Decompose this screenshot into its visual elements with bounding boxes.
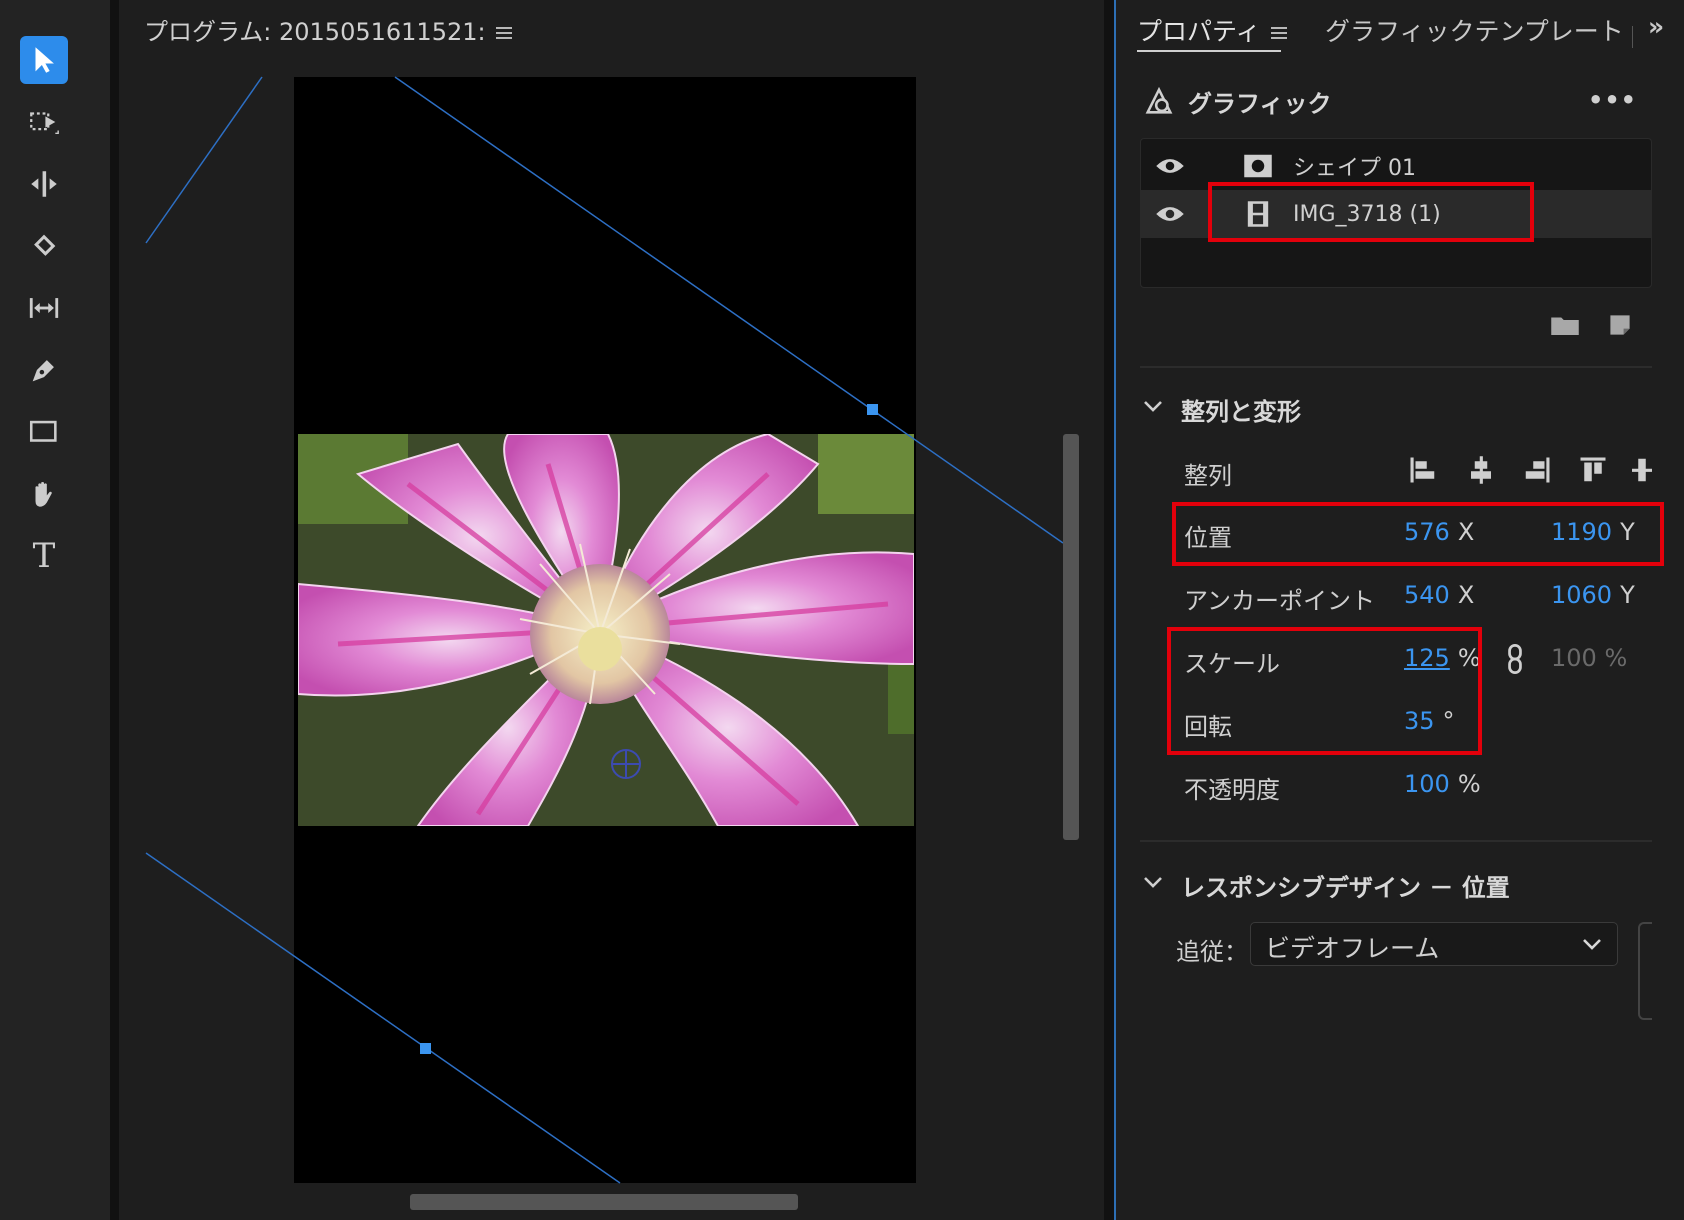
section-divider	[1140, 366, 1652, 368]
section-divider	[1140, 840, 1652, 842]
anchor-x-value[interactable]: 540 X	[1404, 581, 1474, 609]
y-unit: Y	[1620, 581, 1635, 609]
highlight-box-layer	[1208, 182, 1534, 242]
anchor-y-value[interactable]: 1060 Y	[1551, 581, 1635, 609]
responsive-design-title[interactable]: レスポンシブデザイン － 位置	[1181, 868, 1510, 903]
align-top-icon[interactable]	[1578, 455, 1608, 485]
tab-properties[interactable]: プロパティ	[1137, 12, 1287, 48]
chevron-down-icon[interactable]	[1142, 398, 1164, 414]
follow-label: 追従：	[1176, 938, 1248, 966]
layer-name: シェイプ 01	[1293, 156, 1416, 181]
align-left-icon[interactable]	[1408, 455, 1438, 485]
active-tab-underline	[1137, 50, 1281, 52]
align-transform-title[interactable]: 整列と変形	[1181, 392, 1301, 427]
tab-graphic-templates-label: グラフィックテンプレート	[1325, 17, 1624, 46]
scale-width-value-disabled: 100 %	[1551, 644, 1628, 672]
new-layer-icon[interactable]	[1608, 313, 1632, 337]
link-chain-icon[interactable]	[1506, 644, 1524, 674]
percent-unit: %	[1457, 770, 1481, 798]
follow-dropdown[interactable]: ビデオフレーム	[1250, 922, 1618, 966]
highlight-box-position	[1172, 502, 1664, 566]
more-panels-button[interactable]: »	[1648, 12, 1664, 41]
anchor-y-number[interactable]: 1060	[1551, 581, 1612, 609]
opacity-value[interactable]: 100%	[1404, 770, 1481, 798]
bounding-handle[interactable]	[420, 1043, 431, 1054]
chevron-down-icon	[1583, 939, 1601, 950]
tab-separator	[1632, 26, 1633, 48]
panel-menu-icon[interactable]	[1270, 24, 1287, 42]
new-group-folder-icon[interactable]	[1550, 313, 1580, 337]
follow-selected-value: ビデオフレーム	[1265, 934, 1440, 963]
chevron-down-icon[interactable]	[1142, 874, 1164, 890]
bounding-handle[interactable]	[867, 404, 878, 415]
vertical-scrollbar[interactable]	[1063, 434, 1079, 840]
align-center-horizontal-icon[interactable]	[1466, 455, 1496, 485]
horizontal-scrollbar[interactable]	[410, 1194, 798, 1210]
highlight-box-scale-rotation	[1167, 627, 1482, 755]
anchor-x-number[interactable]: 540	[1404, 581, 1450, 609]
panel-divider	[1104, 0, 1114, 1220]
x-unit: X	[1457, 581, 1475, 609]
graphic-icon	[1145, 86, 1173, 114]
double-chevron-icon: »	[1648, 12, 1665, 41]
align-right-icon[interactable]	[1522, 455, 1552, 485]
shape-icon	[1244, 154, 1272, 178]
more-options-icon[interactable]: •••	[1588, 86, 1637, 114]
anchor-point-label: アンカーポイント	[1184, 587, 1376, 615]
tab-graphic-templates[interactable]: グラフィックテンプレート	[1325, 12, 1624, 48]
tab-properties-label: プロパティ	[1137, 17, 1261, 46]
eye-icon[interactable]	[1155, 155, 1185, 177]
align-label: 整列	[1184, 462, 1232, 490]
eye-icon[interactable]	[1155, 203, 1185, 225]
opacity-number[interactable]: 100	[1404, 770, 1450, 798]
opacity-label: 不透明度	[1184, 776, 1280, 804]
align-center-vertical-icon[interactable]	[1632, 455, 1652, 485]
pin-widget-edge[interactable]	[1638, 922, 1652, 1020]
graphic-title: グラフィック	[1188, 90, 1332, 118]
